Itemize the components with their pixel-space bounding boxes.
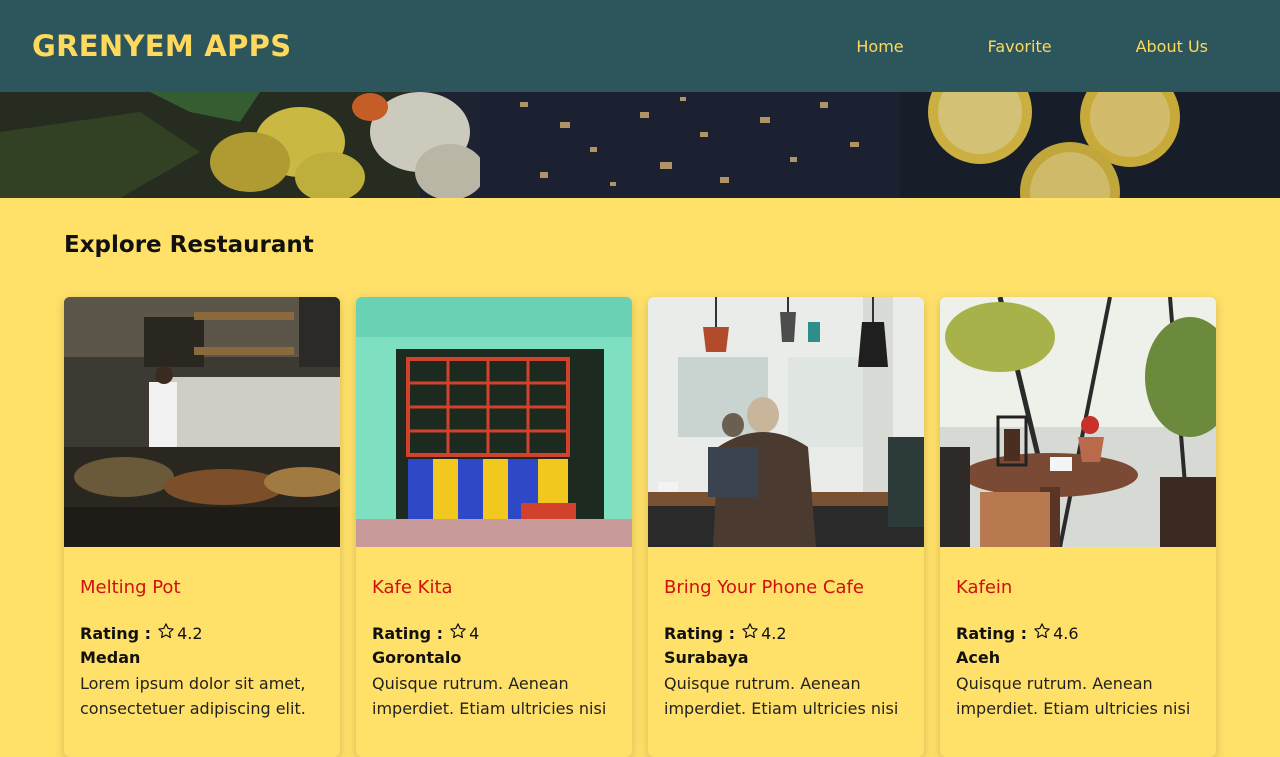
nav-about-link[interactable]: About Us bbox=[1094, 37, 1208, 56]
rating-row: Rating : 4 bbox=[372, 622, 616, 644]
restaurant-description: Quisque rutrum. Aenean imperdiet. Etiam … bbox=[372, 674, 607, 718]
star-outline-icon bbox=[157, 622, 175, 644]
restaurant-card[interactable]: Kafe Kita Rating : 4 Gorontalo Quisque r… bbox=[356, 297, 632, 757]
restaurant-image[interactable] bbox=[356, 297, 632, 547]
rating-value: 4 bbox=[469, 623, 480, 643]
restaurant-description: Lorem ipsum dolor sit amet, consectetuer… bbox=[80, 674, 306, 718]
restaurant-list: Melting Pot Rating : 4.2 Medan Lorem ips… bbox=[64, 297, 1216, 757]
rating-label: Rating : bbox=[956, 623, 1028, 643]
card-body: Bring Your Phone Cafe Rating : 4.2 Surab… bbox=[648, 547, 924, 721]
restaurant-image[interactable] bbox=[648, 297, 924, 547]
rating-row: Rating : 4.2 bbox=[664, 622, 908, 644]
rating-label: Rating : bbox=[80, 623, 152, 643]
card-body: Melting Pot Rating : 4.2 Medan Lorem ips… bbox=[64, 547, 340, 721]
restaurant-city: Surabaya bbox=[664, 648, 749, 667]
restaurant-card[interactable]: Melting Pot Rating : 4.2 Medan Lorem ips… bbox=[64, 297, 340, 757]
restaurant-description: Quisque rutrum. Aenean imperdiet. Etiam … bbox=[664, 674, 899, 718]
card-body: Kafe Kita Rating : 4 Gorontalo Quisque r… bbox=[356, 547, 632, 721]
card-body: Kafein Rating : 4.6 Aceh Quisque rutrum.… bbox=[940, 547, 1216, 721]
restaurant-image[interactable] bbox=[64, 297, 340, 547]
rating-value: 4.2 bbox=[177, 623, 203, 643]
rating-label: Rating : bbox=[372, 623, 444, 643]
restaurant-name[interactable]: Kafe Kita bbox=[372, 577, 616, 605]
rating-row: Rating : 4.2 bbox=[80, 622, 324, 644]
restaurant-image[interactable] bbox=[940, 297, 1216, 547]
app-header: GRENYEM APPS Home Favorite About Us bbox=[0, 0, 1280, 92]
star-outline-icon bbox=[1033, 622, 1051, 644]
restaurant-city: Gorontalo bbox=[372, 648, 462, 667]
section-title: Explore Restaurant bbox=[64, 232, 314, 258]
restaurant-name[interactable]: Bring Your Phone Cafe bbox=[664, 577, 908, 605]
restaurant-city: Aceh bbox=[956, 648, 1001, 667]
star-outline-icon bbox=[449, 622, 467, 644]
restaurant-description: Quisque rutrum. Aenean imperdiet. Etiam … bbox=[956, 674, 1191, 718]
restaurant-name[interactable]: Melting Pot bbox=[80, 577, 324, 605]
rating-value: 4.2 bbox=[761, 623, 787, 643]
nav-home-link[interactable]: Home bbox=[814, 37, 945, 56]
restaurant-card[interactable]: Kafein Rating : 4.6 Aceh Quisque rutrum.… bbox=[940, 297, 1216, 757]
brand-logo[interactable]: GRENYEM APPS bbox=[32, 29, 291, 63]
main-nav: Home Favorite About Us bbox=[814, 0, 1208, 92]
star-outline-icon bbox=[741, 622, 759, 644]
rating-label: Rating : bbox=[664, 623, 736, 643]
restaurant-card[interactable]: Bring Your Phone Cafe Rating : 4.2 Surab… bbox=[648, 297, 924, 757]
rating-row: Rating : 4.6 bbox=[956, 622, 1200, 644]
hero-food-illustration bbox=[0, 92, 1280, 198]
nav-favorite-link[interactable]: Favorite bbox=[946, 37, 1094, 56]
hero-image bbox=[0, 92, 1280, 198]
restaurant-name[interactable]: Kafein bbox=[956, 577, 1200, 605]
restaurant-city: Medan bbox=[80, 648, 141, 667]
rating-value: 4.6 bbox=[1053, 623, 1079, 643]
